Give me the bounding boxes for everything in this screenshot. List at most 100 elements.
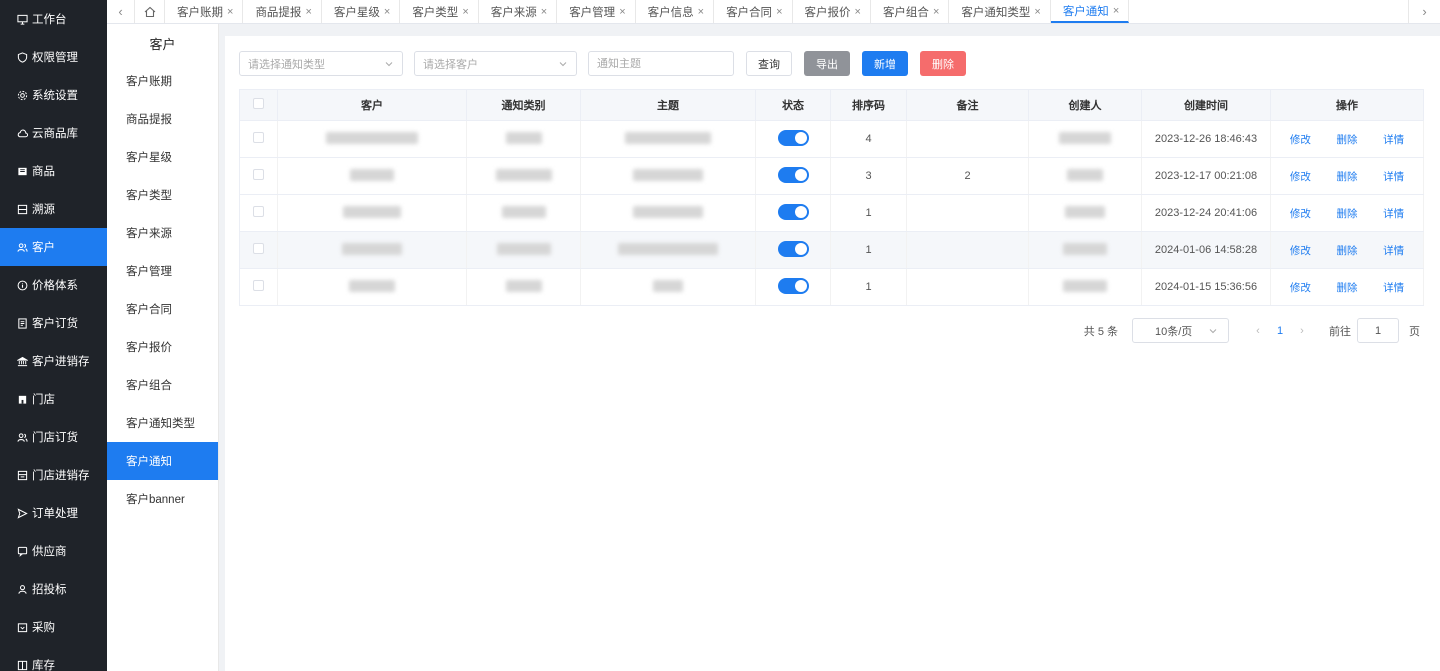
nav-item[interactable]: 供应商 <box>0 532 107 570</box>
close-icon[interactable]: × <box>227 6 233 18</box>
nav-item[interactable]: 客户订货 <box>0 304 107 342</box>
delete-button[interactable]: 删除 <box>920 51 966 76</box>
nav-item[interactable]: 商品 <box>0 152 107 190</box>
status-toggle[interactable] <box>777 166 809 183</box>
subnav-item[interactable]: 客户组合 <box>107 366 218 404</box>
delete-link[interactable]: 删除 <box>1336 169 1357 184</box>
subnav-item[interactable]: 客户类型 <box>107 176 218 214</box>
close-icon[interactable]: × <box>541 6 547 18</box>
home-tab[interactable] <box>135 0 165 23</box>
status-toggle[interactable] <box>777 240 809 257</box>
subnav-item[interactable]: 客户星级 <box>107 138 218 176</box>
close-icon[interactable]: × <box>776 6 782 18</box>
search-button[interactable]: 查询 <box>746 51 792 76</box>
close-icon[interactable]: × <box>462 6 468 18</box>
row-checkbox[interactable] <box>253 132 264 143</box>
delete-link[interactable]: 删除 <box>1336 206 1357 221</box>
nav-item[interactable]: 云商品库 <box>0 114 107 152</box>
delete-link[interactable]: 删除 <box>1336 280 1357 295</box>
tab-item[interactable]: 商品提报 × <box>243 0 322 23</box>
nav-item[interactable]: 客户进销存 <box>0 342 107 380</box>
close-icon[interactable]: × <box>619 6 625 18</box>
status-toggle[interactable] <box>777 203 809 220</box>
subnav-item[interactable]: 客户banner <box>107 480 218 518</box>
nav-item[interactable]: 订单处理 <box>0 494 107 532</box>
customer-select[interactable]: 请选择客户 <box>414 51 577 76</box>
close-icon[interactable]: × <box>384 6 390 18</box>
row-checkbox[interactable] <box>253 206 264 217</box>
close-icon[interactable]: × <box>855 6 861 18</box>
close-icon[interactable]: × <box>1113 5 1119 17</box>
status-toggle[interactable] <box>777 277 809 294</box>
close-icon[interactable]: × <box>933 6 939 18</box>
delete-link[interactable]: 删除 <box>1336 132 1357 147</box>
tab-item[interactable]: 客户组合 × <box>871 0 950 23</box>
nav-item[interactable]: 价格体系 <box>0 266 107 304</box>
table-row[interactable]: 3 2 2023-12-17 00:21:08 修改 删除 详情 <box>239 157 1424 195</box>
status-toggle[interactable] <box>777 129 809 146</box>
edit-link[interactable]: 修改 <box>1290 169 1311 184</box>
subject-input[interactable] <box>588 51 734 76</box>
subnav-item[interactable]: 客户账期 <box>107 62 218 100</box>
subnav-item[interactable]: 客户报价 <box>107 328 218 366</box>
close-icon[interactable]: × <box>1034 6 1040 18</box>
subnav-item[interactable]: 商品提报 <box>107 100 218 138</box>
tab-next-button[interactable]: › <box>1408 0 1440 23</box>
nav-item[interactable]: 系统设置 <box>0 76 107 114</box>
nav-item[interactable]: 工作台 <box>0 0 107 38</box>
nav-item[interactable]: 库存 <box>0 646 107 671</box>
tab-item[interactable]: 客户合同 × <box>714 0 793 23</box>
nav-item[interactable]: 溯源 <box>0 190 107 228</box>
table-row[interactable]: 1 2024-01-15 15:36:56 修改 删除 详情 <box>239 268 1424 306</box>
tab-prev-button[interactable]: ‹ <box>107 0 135 23</box>
tab-item[interactable]: 客户信息 × <box>636 0 715 23</box>
select-all-checkbox[interactable] <box>253 98 264 109</box>
detail-link[interactable]: 详情 <box>1383 280 1404 295</box>
row-checkbox[interactable] <box>253 280 264 291</box>
export-button[interactable]: 导出 <box>804 51 850 76</box>
next-page-button[interactable]: › <box>1291 325 1313 337</box>
nav-item[interactable]: 采购 <box>0 608 107 646</box>
table-row[interactable]: 4 2023-12-26 18:46:43 修改 删除 详情 <box>239 120 1424 158</box>
goto-page-input[interactable] <box>1357 318 1399 343</box>
tab-item[interactable]: 客户管理 × <box>557 0 636 23</box>
edit-link[interactable]: 修改 <box>1290 206 1311 221</box>
row-checkbox[interactable] <box>253 243 264 254</box>
delete-link[interactable]: 删除 <box>1336 243 1357 258</box>
detail-link[interactable]: 详情 <box>1383 243 1404 258</box>
add-button[interactable]: 新增 <box>862 51 908 76</box>
nav-item[interactable]: 客户 <box>0 228 107 266</box>
close-icon[interactable]: × <box>698 6 704 18</box>
tab-item[interactable]: 客户来源 × <box>479 0 558 23</box>
notice-type-select[interactable]: 请选择通知类型 <box>239 51 403 76</box>
detail-link[interactable]: 详情 <box>1383 132 1404 147</box>
tab-item[interactable]: 客户报价 × <box>793 0 871 23</box>
page-size-select[interactable]: 10条/页 <box>1132 318 1229 343</box>
edit-link[interactable]: 修改 <box>1290 280 1311 295</box>
nav-item[interactable]: 门店进销存 <box>0 456 107 494</box>
subnav-item[interactable]: 客户通知 <box>107 442 218 480</box>
table-row[interactable]: 1 2023-12-24 20:41:06 修改 删除 详情 <box>239 194 1424 232</box>
nav-item[interactable]: 招投标 <box>0 570 107 608</box>
nav-item[interactable]: 权限管理 <box>0 38 107 76</box>
nav-item[interactable]: 门店 <box>0 380 107 418</box>
tab-item[interactable]: 客户通知类型 × <box>949 0 1051 23</box>
edit-link[interactable]: 修改 <box>1290 243 1311 258</box>
detail-link[interactable]: 详情 <box>1383 169 1404 184</box>
tab-item[interactable]: 客户类型 × <box>400 0 479 23</box>
subnav-item[interactable]: 客户管理 <box>107 252 218 290</box>
edit-link[interactable]: 修改 <box>1290 132 1311 147</box>
subnav-item[interactable]: 客户来源 <box>107 214 218 252</box>
subnav-item[interactable]: 客户通知类型 <box>107 404 218 442</box>
page-number[interactable]: 1 <box>1269 325 1291 337</box>
tab-item[interactable]: 客户星级 × <box>322 0 401 23</box>
tab-item[interactable]: 客户通知 × <box>1050 0 1130 23</box>
subnav-item[interactable]: 客户合同 <box>107 290 218 328</box>
close-icon[interactable]: × <box>305 6 311 18</box>
table-row[interactable]: 1 2024-01-06 14:58:28 修改 删除 详情 <box>239 231 1424 269</box>
row-checkbox[interactable] <box>253 169 264 180</box>
detail-link[interactable]: 详情 <box>1383 206 1404 221</box>
nav-item[interactable]: 门店订货 <box>0 418 107 456</box>
prev-page-button[interactable]: ‹ <box>1247 325 1269 337</box>
tab-item[interactable]: 客户账期 × <box>165 0 244 23</box>
